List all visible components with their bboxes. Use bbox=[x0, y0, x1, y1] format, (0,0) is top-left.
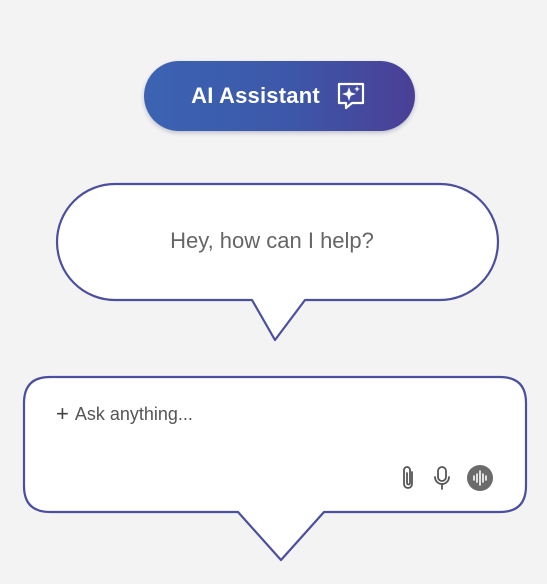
add-icon[interactable]: + bbox=[56, 403, 69, 425]
speech-bubble bbox=[22, 182, 528, 562]
ask-input[interactable]: + Ask anything... bbox=[56, 403, 193, 425]
assistant-screen: AI Assistant Hey, how can I help? + Ask … bbox=[0, 0, 547, 584]
ask-input-placeholder: Ask anything... bbox=[74, 403, 193, 424]
paperclip-icon[interactable] bbox=[400, 464, 418, 492]
microphone-icon[interactable] bbox=[432, 464, 452, 492]
greeting-message: Hey, how can I help? bbox=[170, 228, 374, 253]
composer-tools bbox=[400, 464, 494, 492]
voice-wave-icon[interactable] bbox=[466, 464, 494, 492]
